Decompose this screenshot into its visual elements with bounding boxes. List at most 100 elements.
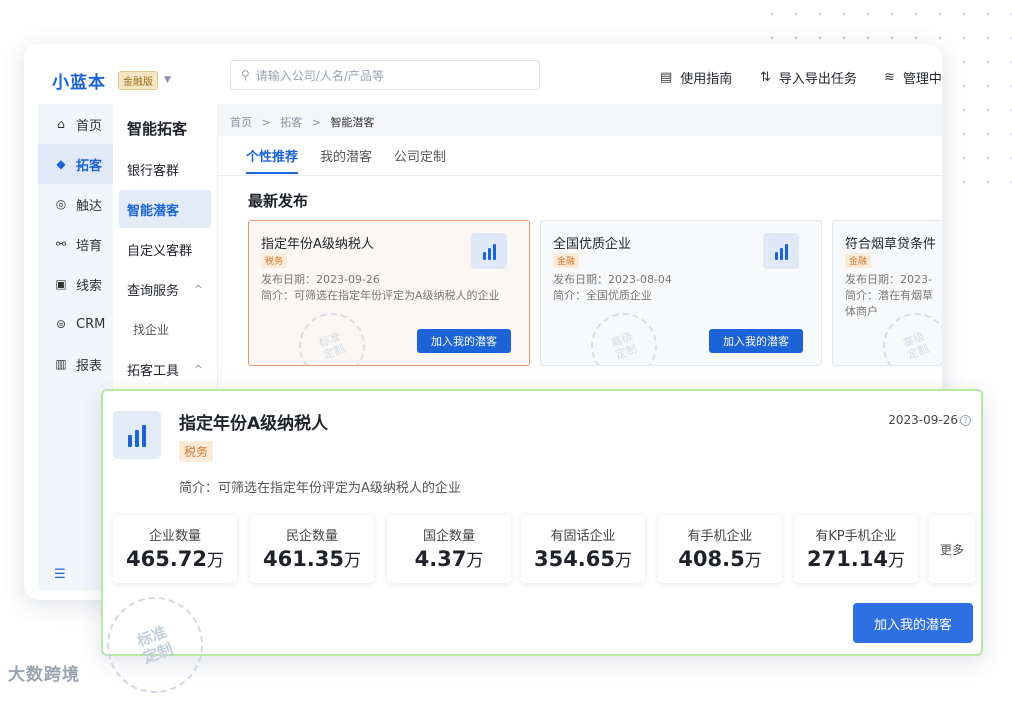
import-export-label: 导入导出任务 [778,72,857,87]
chevron-down-icon[interactable]: ▼ [164,75,171,85]
nav-item-3[interactable]: ⚯ 培育 [38,224,113,264]
nav-item-1[interactable]: ◆ 拓客 [38,144,113,184]
more-button[interactable]: 更多 [929,515,975,583]
stat-unit: 万 [615,551,633,571]
edition-badge[interactable]: 金融版 [118,70,158,90]
stat-value: 4.37万 [387,546,511,571]
nav-label: 首页 [76,118,103,134]
prospect-card[interactable]: 高级 定制 全国优质企业 金融 发布日期：2023-08-04 简介：全国优质企业 加入我… [540,220,822,366]
stat-value: 408.5万 [658,546,782,571]
stat-unit: 万 [466,551,484,571]
nav-label: 拓客 [76,158,103,174]
custom-stamp: 标准 定制 [289,303,375,365]
layers-icon: ≋ [884,70,895,85]
subnav-title: 智能拓客 [127,120,188,138]
stat-number: 461.35 [262,547,345,571]
nodes-icon: ⚯ [55,237,67,251]
guide-button[interactable]: ▤ 使用指南 [660,68,732,87]
subnav-item-0[interactable]: 银行客群 [119,150,211,188]
add-to-prospects-button[interactable]: 加入我的潜客 [417,329,511,353]
nav-item-5[interactable]: ⊜ CRM [38,304,113,344]
breadcrumb: 首页 > 拓客 > 智能潜客 [230,114,374,130]
search-input[interactable]: ⚲ 请输入公司/人名/产品等 [230,60,540,90]
watermark: 大数跨境 [8,665,80,685]
custom-stamp: 高级 定制 [581,303,667,365]
card-desc-line: 简介：可筛选在指定年份评定为A级纳税人的企业 [261,289,500,302]
subnav-item-5[interactable]: 拓客工具 ^ [119,350,211,388]
manage-label: 管理中 [902,72,942,87]
tab-my-prospects[interactable]: 我的潜客 [320,146,372,165]
bar-chart-icon [763,233,799,269]
nav-item-4[interactable]: ▣ 线索 [38,264,113,304]
prospect-card[interactable]: 高级 定制 符合烟草贷条件 金融 发布日期：2023- 简介：潜在有烟草 体商户 [832,220,942,366]
import-export-button[interactable]: ⇅ 导入导出任务 [760,68,857,87]
stat-number: 465.72 [125,547,208,571]
report-icon: ▥ [55,357,67,371]
nav-label: 报表 [76,358,103,374]
document-icon: ▤ [660,70,673,85]
add-to-prospects-button[interactable]: 加入我的潜客 [853,603,973,643]
subnav-label: 自定义客群 [127,243,193,259]
cube-icon: ◆ [56,157,66,171]
stat-value: 271.14万 [794,546,918,571]
stat-card: 有手机企业 408.5万 [658,515,782,583]
stat-number: 408.5 [678,547,745,571]
prospect-card[interactable]: 标准 定制 指定年份A级纳税人 税务发布日期：2023-09-26 简介：可筛选在指定… [248,220,530,366]
stat-unit: 万 [344,551,362,571]
stamp-text: 高级 定制 [609,330,639,362]
card-date: 发布日期：2023-09-26 [261,273,380,286]
nav-item-6[interactable]: ▥ 报表 [38,344,113,384]
stat-label: 有手机企业 [687,529,753,544]
help-icon[interactable]: ? [960,415,971,426]
card-tag: 税务 [261,253,288,268]
stat-unit: 万 [207,551,225,571]
breadcrumb-level1[interactable]: 拓客 [280,116,302,129]
stat-value: 465.72万 [113,546,237,571]
card-title: 全国优质企业 [553,237,632,252]
breadcrumb-home[interactable]: 首页 [230,116,252,129]
date-value: 2023-09-26 [888,413,958,427]
crm-icon: ⊜ [55,317,67,331]
subnav-item-3[interactable]: 查询服务 ^ [119,270,211,308]
card-title: 指定年份A级纳税人 [261,237,374,252]
stat-unit: 万 [888,551,906,571]
tab-bar: 个性推荐 我的潜客 公司定制 [218,136,942,176]
nav-label: 线索 [76,278,103,294]
bar-chart-icon [113,411,161,459]
standard-custom-stamp: 标准 定制 [93,583,217,707]
subnav-label: 查询服务 [127,283,180,299]
top-bar: 小蓝本 金融版 ▼ ⚲ 请输入公司/人名/产品等 ▤ 使用指南 ⇅ 导入导出任务… [38,56,942,104]
manage-button[interactable]: ≋ 管理中 [884,68,942,87]
stat-value: 461.35万 [250,546,374,571]
card-description: 简介：可筛选在指定年份评定为A级纳税人的企业 [261,288,500,304]
app-logo[interactable]: 小蓝本 [52,68,106,93]
subnav-item-4[interactable]: 找企业 [119,310,211,348]
nav-label: CRM [76,316,106,332]
subnav-item-2[interactable]: 自定义客群 [119,230,211,268]
stamp-text: 高级 定制 [901,330,931,362]
category-tag: 税务 [179,441,214,462]
collapse-menu-icon[interactable]: ☰ [54,567,66,582]
transfer-icon: ⇅ [760,70,771,85]
search-placeholder: 请输入公司/人名/产品等 [255,68,384,83]
add-to-prospects-button[interactable]: 加入我的潜客 [709,329,803,353]
card-description: 简介：潜在有烟草 体商户 [845,288,933,320]
tab-company-custom[interactable]: 公司定制 [394,146,446,165]
popup-description: 简介：可筛选在指定年份评定为A级纳税人的企业 [179,481,461,496]
detail-popup: 标准 定制 指定年份A级纳税人 税务 2023-09-26? 简介：可筛选在指定… [93,389,983,707]
nav-label: 触达 [76,198,103,214]
card-tag: 金融 [845,253,872,268]
stat-card: 有固话企业 354.65万 [521,515,645,583]
stat-unit: 万 [744,551,762,571]
card-date: 发布日期：2023-08-04 [553,273,672,286]
tab-personal-recommend[interactable]: 个性推荐 [246,146,299,174]
subnav-item-1[interactable]: 智能潜客 [119,190,211,228]
stat-label: 有KP手机企业 [815,529,897,544]
publish-date: 2023-09-26? [888,413,971,427]
nav-item-0[interactable]: ⌂ 首页 [38,104,113,144]
stat-number: 354.65 [533,547,616,571]
bar-chart-icon [471,233,507,269]
nav-item-2[interactable]: ◎ 触达 [38,184,113,224]
chevron-up-icon: ^ [193,282,203,296]
section-title: 最新发布 [248,192,309,210]
